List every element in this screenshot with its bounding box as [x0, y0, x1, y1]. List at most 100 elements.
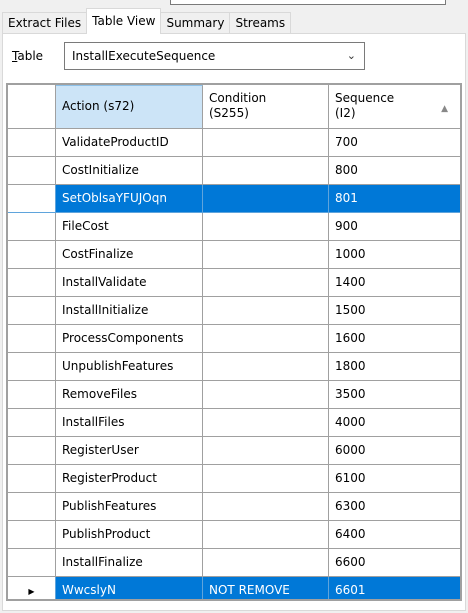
- tab-bar: Extract Files Table View Summary Streams: [2, 8, 292, 34]
- table-row[interactable]: ValidateProductID 700: [8, 129, 460, 157]
- cell-action[interactable]: CostFinalize: [56, 241, 203, 269]
- row-header-corner[interactable]: [8, 85, 56, 129]
- cell-sequence[interactable]: 801: [329, 185, 460, 213]
- column-header-action[interactable]: Action (s72): [56, 85, 203, 129]
- row-header[interactable]: [8, 129, 56, 157]
- cell-action[interactable]: ProcessComponents: [56, 325, 203, 353]
- row-header[interactable]: [8, 549, 56, 577]
- data-grid[interactable]: Action (s72) Condition (S255) Sequence (…: [6, 83, 462, 601]
- table-row[interactable]: InstallFiles 4000: [8, 409, 460, 437]
- table-select-value: InstallExecuteSequence: [72, 49, 216, 63]
- table-row[interactable]: UnpublishFeatures 1800: [8, 353, 460, 381]
- cell-action[interactable]: RemoveFiles: [56, 381, 203, 409]
- cell-condition[interactable]: [203, 465, 329, 493]
- column-header-condition[interactable]: Condition (S255): [203, 85, 329, 129]
- column-header-sequence[interactable]: Sequence (I2) ▲: [329, 85, 460, 129]
- row-header[interactable]: [8, 213, 56, 241]
- cell-condition[interactable]: [203, 157, 329, 185]
- cell-action[interactable]: CostInitialize: [56, 157, 203, 185]
- cell-action[interactable]: PublishProduct: [56, 521, 203, 549]
- cell-sequence[interactable]: 6601: [329, 577, 460, 599]
- tab-streams[interactable]: Streams: [229, 12, 292, 34]
- table-row[interactable]: CostFinalize 1000: [8, 241, 460, 269]
- cell-action[interactable]: UnpublishFeatures: [56, 353, 203, 381]
- cell-sequence[interactable]: 1800: [329, 353, 460, 381]
- table-row[interactable]: FileCost 900: [8, 213, 460, 241]
- table-row[interactable]: RemoveFiles 3500: [8, 381, 460, 409]
- file-path-field[interactable]: [170, 0, 446, 5]
- row-header[interactable]: [8, 241, 56, 269]
- tab-summary[interactable]: Summary: [160, 12, 231, 34]
- cell-sequence[interactable]: 3500: [329, 381, 460, 409]
- cell-sequence[interactable]: 4000: [329, 409, 460, 437]
- table-row[interactable]: PublishFeatures 6300: [8, 493, 460, 521]
- cell-condition[interactable]: [203, 353, 329, 381]
- cell-action[interactable]: SetOblsaYFUJOqn: [56, 185, 203, 213]
- table-row[interactable]: PublishProduct 6400: [8, 521, 460, 549]
- table-row[interactable]: RegisterProduct 6100: [8, 465, 460, 493]
- cell-action[interactable]: RegisterUser: [56, 437, 203, 465]
- cell-condition[interactable]: [203, 213, 329, 241]
- row-header[interactable]: [8, 185, 56, 213]
- cell-action[interactable]: InstallInitialize: [56, 297, 203, 325]
- table-row[interactable]: InstallValidate 1400: [8, 269, 460, 297]
- row-header[interactable]: [8, 437, 56, 465]
- cell-condition[interactable]: [203, 297, 329, 325]
- row-header[interactable]: [8, 157, 56, 185]
- row-header[interactable]: [8, 493, 56, 521]
- cell-sequence[interactable]: 6300: [329, 493, 460, 521]
- row-header[interactable]: [8, 269, 56, 297]
- cell-condition[interactable]: [203, 241, 329, 269]
- cell-condition[interactable]: [203, 409, 329, 437]
- row-header[interactable]: [8, 381, 56, 409]
- tab-table-view[interactable]: Table View: [86, 8, 162, 34]
- table-row[interactable]: InstallInitialize 1500: [8, 297, 460, 325]
- cell-sequence[interactable]: 6600: [329, 549, 460, 577]
- current-row-icon: ▶: [28, 587, 35, 596]
- cell-sequence[interactable]: 1500: [329, 297, 460, 325]
- cell-condition[interactable]: [203, 325, 329, 353]
- row-header[interactable]: [8, 521, 56, 549]
- row-header[interactable]: [8, 353, 56, 381]
- cell-sequence[interactable]: 700: [329, 129, 460, 157]
- table-row[interactable]: CostInitialize 800: [8, 157, 460, 185]
- row-header[interactable]: ▶: [8, 577, 56, 599]
- table-row[interactable]: InstallFinalize 6600: [8, 549, 460, 577]
- cell-action[interactable]: PublishFeatures: [56, 493, 203, 521]
- table-row[interactable]: ProcessComponents 1600: [8, 325, 460, 353]
- tab-extract-files[interactable]: Extract Files: [2, 12, 88, 34]
- cell-sequence[interactable]: 1400: [329, 269, 460, 297]
- cell-condition[interactable]: [203, 381, 329, 409]
- cell-action[interactable]: ValidateProductID: [56, 129, 203, 157]
- cell-action[interactable]: WwcslyN: [56, 577, 203, 599]
- cell-condition[interactable]: [203, 269, 329, 297]
- cell-condition[interactable]: [203, 549, 329, 577]
- table-row[interactable]: RegisterUser 6000: [8, 437, 460, 465]
- row-header[interactable]: [8, 409, 56, 437]
- row-header[interactable]: [8, 465, 56, 493]
- cell-condition[interactable]: [203, 129, 329, 157]
- cell-sequence[interactable]: 6100: [329, 465, 460, 493]
- cell-sequence[interactable]: 800: [329, 157, 460, 185]
- cell-action[interactable]: FileCost: [56, 213, 203, 241]
- table-select[interactable]: InstallExecuteSequence ⌄: [64, 42, 365, 70]
- cell-sequence[interactable]: 1000: [329, 241, 460, 269]
- cell-condition[interactable]: [203, 437, 329, 465]
- cell-action[interactable]: InstallFinalize: [56, 549, 203, 577]
- cell-action[interactable]: RegisterProduct: [56, 465, 203, 493]
- row-header[interactable]: [8, 297, 56, 325]
- cell-condition[interactable]: [203, 185, 329, 213]
- table-row[interactable]: ▶ WwcslyN NOT REMOVE 6601: [8, 577, 460, 599]
- cell-condition[interactable]: [203, 521, 329, 549]
- cell-sequence[interactable]: 1600: [329, 325, 460, 353]
- row-header[interactable]: [8, 325, 56, 353]
- cell-sequence[interactable]: 900: [329, 213, 460, 241]
- table-row[interactable]: SetOblsaYFUJOqn 801: [8, 185, 460, 213]
- cell-action[interactable]: InstallValidate: [56, 269, 203, 297]
- cell-sequence[interactable]: 6400: [329, 521, 460, 549]
- grid-header-row: Action (s72) Condition (S255) Sequence (…: [8, 85, 460, 129]
- cell-sequence[interactable]: 6000: [329, 437, 460, 465]
- cell-action[interactable]: InstallFiles: [56, 409, 203, 437]
- cell-condition[interactable]: NOT REMOVE: [203, 577, 329, 599]
- cell-condition[interactable]: [203, 493, 329, 521]
